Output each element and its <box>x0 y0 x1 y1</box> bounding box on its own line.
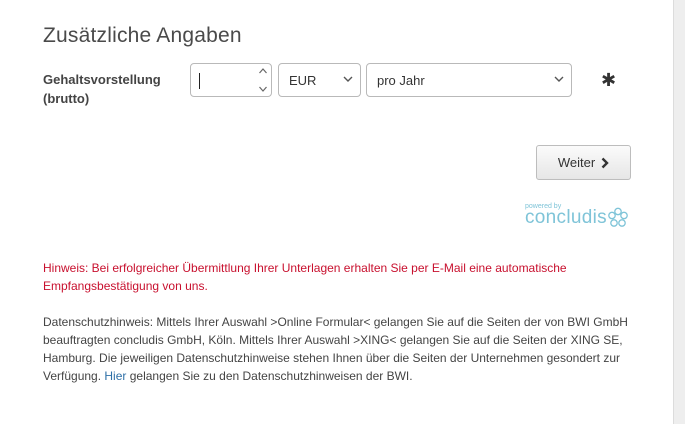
brand-logo-text: concludis <box>525 207 607 228</box>
privacy-notice: Datenschutzhinweis: Mittels Ihrer Auswah… <box>43 313 643 385</box>
chevron-down-icon <box>343 76 353 82</box>
chevron-down-icon <box>554 76 564 82</box>
required-asterisk: ✱ <box>601 70 617 90</box>
chevron-right-icon <box>601 157 609 168</box>
stepper-down-icon[interactable] <box>259 86 267 92</box>
salary-amount-input[interactable] <box>190 63 272 97</box>
stepper-up-icon[interactable] <box>259 68 267 74</box>
next-button-label: Weiter <box>557 155 596 170</box>
privacy-text-after: gelangen Sie zu den Datenschutzhinweisen… <box>126 369 413 383</box>
next-button[interactable]: Weiter <box>536 145 631 180</box>
privacy-link[interactable]: Hier <box>104 369 126 383</box>
salary-label: Gehaltsvorstellung (brutto) <box>43 72 161 106</box>
page-edge <box>673 0 685 424</box>
currency-select[interactable]: EUR <box>278 63 361 97</box>
concludis-flower-icon <box>608 207 628 227</box>
section-title: Zusätzliche Angaben <box>43 24 242 47</box>
currency-value: EUR <box>289 73 317 88</box>
text-caret <box>199 73 200 89</box>
period-value: pro Jahr <box>377 73 425 88</box>
confirmation-hint: Hinweis: Bei erfolgreicher Übermittlung … <box>43 261 567 293</box>
number-stepper[interactable] <box>257 68 269 92</box>
period-select[interactable]: pro Jahr <box>366 63 572 97</box>
